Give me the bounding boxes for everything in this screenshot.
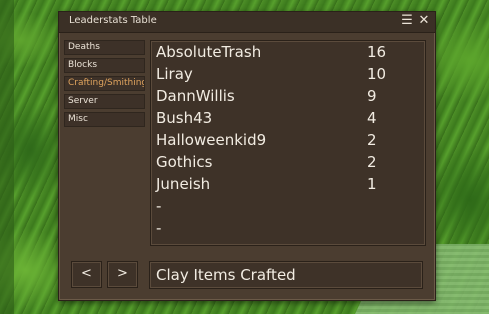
stat-name-label: Clay Items Crafted (156, 266, 296, 284)
player-name: - (156, 219, 162, 237)
list-item: Halloweenkid9 2 (151, 131, 391, 153)
category-sidebar: Deaths Blocks Crafting/Smithing Server M… (64, 40, 145, 130)
window-title: Leaderstats Table (69, 15, 157, 26)
sidebar-item-blocks[interactable]: Blocks (64, 58, 145, 73)
player-name: Bush43 (156, 109, 213, 127)
list-item: Gothics 2 (151, 153, 391, 175)
player-name: DannWillis (156, 87, 235, 105)
tree-shadow (0, 0, 14, 314)
sidebar-item-misc[interactable]: Misc (64, 112, 145, 127)
title-controls: ☰ ✕ (400, 14, 431, 28)
sidebar-item-deaths[interactable]: Deaths (64, 40, 145, 55)
title-bar[interactable]: Leaderstats Table ☰ ✕ (59, 12, 435, 33)
player-value: 9 (367, 87, 377, 105)
next-button[interactable]: > (107, 261, 138, 288)
menu-icon[interactable]: ☰ (400, 14, 414, 28)
player-value: 1 (367, 175, 377, 193)
sidebar-item-server[interactable]: Server (64, 94, 145, 109)
list-item: DannWillis 9 (151, 87, 391, 109)
player-name: Halloweenkid9 (156, 131, 267, 149)
player-name: AbsoluteTrash (156, 43, 262, 61)
list-item: Bush43 4 (151, 109, 391, 131)
player-value: 10 (367, 65, 387, 83)
stat-name-box: Clay Items Crafted (149, 261, 423, 289)
leaderboard-list[interactable]: AbsoluteTrash 16 Liray 10 DannWillis 9 B… (150, 40, 426, 246)
list-item: - (151, 219, 391, 241)
list-item: - (151, 197, 391, 219)
list-item: Juneish 1 (151, 175, 391, 197)
player-name: Juneish (156, 175, 211, 193)
player-name: Gothics (156, 153, 213, 171)
player-value: 16 (367, 43, 387, 61)
player-value: 2 (367, 153, 377, 171)
leaderstats-window: Leaderstats Table ☰ ✕ Deaths Blocks Craf… (58, 11, 436, 301)
list-item: Liray 10 (151, 65, 391, 87)
sidebar-item-crafting-smithing[interactable]: Crafting/Smithing (64, 76, 145, 91)
player-name: - (156, 197, 162, 215)
prev-button[interactable]: < (71, 261, 102, 288)
close-icon[interactable]: ✕ (417, 14, 431, 28)
player-value: 2 (367, 131, 377, 149)
player-value: 4 (367, 109, 377, 127)
list-item: AbsoluteTrash 16 (151, 43, 391, 65)
player-name: Liray (156, 65, 193, 83)
